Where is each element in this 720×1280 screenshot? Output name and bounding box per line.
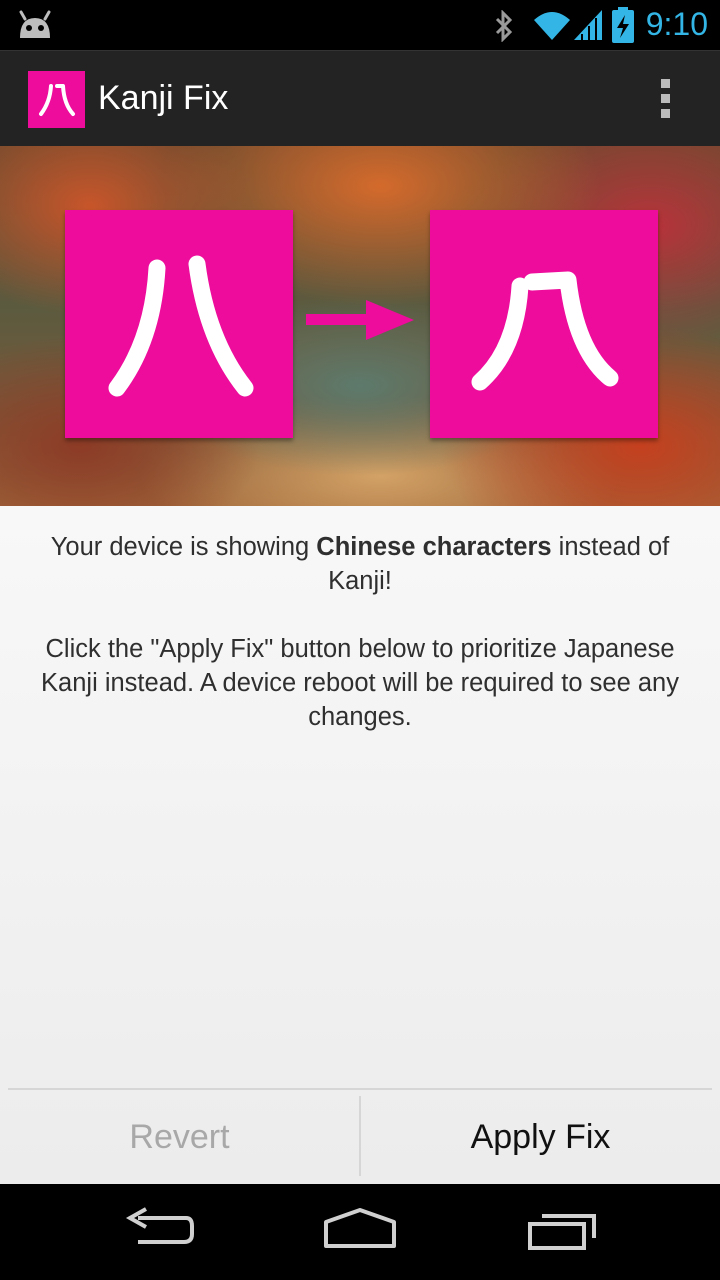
battery-charging-icon bbox=[612, 7, 634, 43]
japanese-eight-character-icon bbox=[471, 271, 619, 391]
chinese-character-tile bbox=[65, 210, 293, 438]
bluetooth-icon bbox=[495, 10, 513, 42]
japanese-kanji-tile bbox=[430, 210, 658, 438]
kanji-eight-icon bbox=[38, 83, 75, 116]
fix-message: Your device is showing Chinese character… bbox=[30, 530, 690, 734]
status-message-prefix: Your device is showing bbox=[50, 533, 317, 561]
wifi-icon bbox=[534, 12, 570, 40]
navigation-bar bbox=[0, 1184, 720, 1280]
app-title: Kanji Fix bbox=[98, 79, 229, 117]
apply-fix-button[interactable]: Apply Fix bbox=[361, 1090, 720, 1184]
arrow-right-icon bbox=[306, 300, 414, 340]
status-message: Your device is showing Chinese character… bbox=[30, 530, 690, 598]
app-icon[interactable] bbox=[28, 71, 85, 128]
button-bar: Revert Apply Fix bbox=[0, 1088, 720, 1184]
overflow-dot bbox=[660, 109, 670, 118]
overflow-dot bbox=[660, 94, 670, 103]
cell-signal-icon bbox=[574, 10, 602, 40]
overflow-menu-button[interactable] bbox=[650, 79, 680, 123]
overflow-dot bbox=[660, 79, 670, 88]
back-icon[interactable] bbox=[124, 1206, 196, 1250]
home-icon[interactable] bbox=[322, 1206, 398, 1250]
main-content: Your device is showing Chinese character… bbox=[0, 506, 720, 1184]
recents-icon[interactable] bbox=[526, 1206, 598, 1250]
hero-banner bbox=[0, 146, 720, 506]
status-bar: 9:10 bbox=[0, 0, 720, 50]
status-clock: 9:10 bbox=[645, 6, 708, 42]
status-message-emphasis: Chinese characters bbox=[316, 533, 552, 561]
revert-button[interactable]: Revert bbox=[0, 1090, 359, 1184]
action-bar: Kanji Fix bbox=[0, 50, 720, 146]
android-notification-icon bbox=[19, 10, 51, 38]
chinese-eight-character-icon bbox=[108, 255, 254, 397]
instruction-message: Click the "Apply Fix" button below to pr… bbox=[41, 635, 679, 731]
